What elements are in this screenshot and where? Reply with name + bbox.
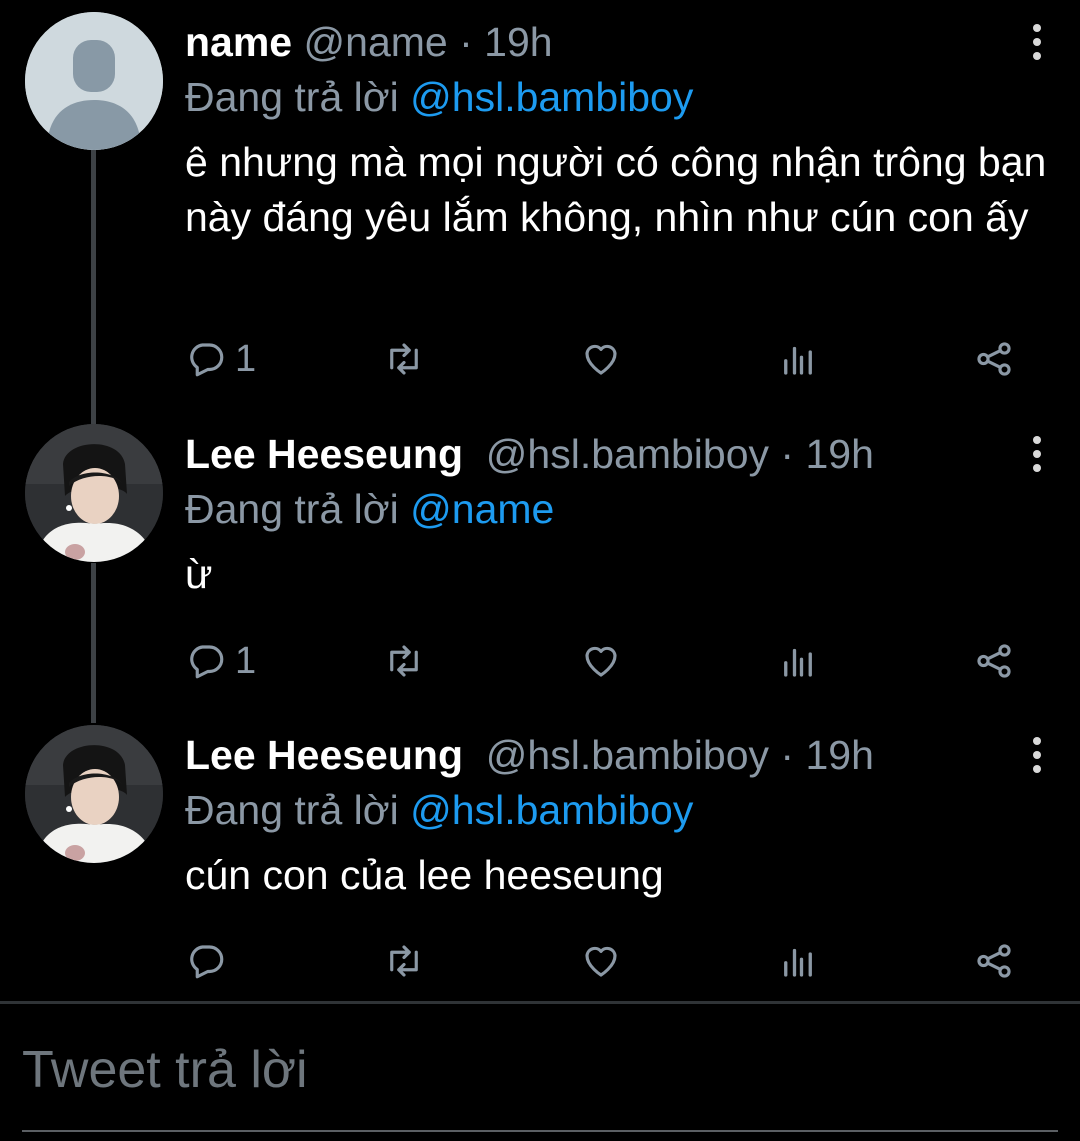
like-icon [585, 344, 617, 375]
tweet-text: ừ [185, 551, 213, 597]
tweet-header: name @name · 19h [185, 12, 553, 72]
mention-link[interactable]: @hsl.bambiboy [410, 787, 693, 833]
mention-link[interactable]: @name [410, 486, 554, 532]
replying-to-label: Đang trả lời [185, 486, 399, 532]
avatar[interactable] [25, 725, 163, 863]
share-button[interactable] [973, 334, 1015, 384]
analytics-icon [784, 346, 812, 375]
analytics-icon [784, 648, 812, 677]
composer-divider [0, 1001, 1080, 1004]
replying-to: Đang trả lời @hsl.bambiboy [185, 70, 693, 125]
tweet-header: Lee Heeseung @hsl.bambiboy · 19h [185, 424, 874, 484]
separator: · [459, 19, 473, 65]
analytics-button[interactable] [777, 334, 819, 384]
like-icon [585, 646, 617, 677]
retweet-button[interactable] [383, 334, 425, 384]
handle[interactable]: @hsl.bambiboy [486, 431, 769, 477]
share-icon [977, 342, 1011, 376]
mention-link[interactable]: @hsl.bambiboy [410, 74, 693, 120]
retweet-icon [390, 343, 418, 375]
share-icon [977, 944, 1011, 978]
tweet-text: cún con của lee heeseung [185, 852, 664, 898]
share-button[interactable] [973, 936, 1015, 986]
tweet[interactable]: Lee Heeseung @hsl.bambiboy · 19h Đang tr… [0, 424, 1080, 714]
like-icon [585, 946, 617, 977]
tweet-actions: 1 [185, 636, 1035, 686]
replying-to-label: Đang trả lời [185, 787, 399, 833]
display-name[interactable]: Lee Heeseung [185, 732, 463, 778]
share-icon [977, 644, 1011, 678]
profile-photo [25, 424, 163, 562]
replying-to: Đang trả lời @name [185, 482, 554, 537]
timestamp[interactable]: 19h [484, 19, 552, 65]
timestamp[interactable]: 19h [805, 431, 873, 477]
reply-icon [190, 645, 224, 679]
retweet-button[interactable] [383, 936, 425, 986]
retweet-icon [390, 945, 418, 977]
handle[interactable]: @hsl.bambiboy [486, 732, 769, 778]
reply-input[interactable] [22, 1030, 1062, 1110]
reply-button[interactable]: 1 [185, 636, 256, 686]
handle[interactable]: @name [304, 19, 448, 65]
reply-button[interactable] [185, 936, 235, 986]
like-button[interactable] [580, 936, 622, 986]
replying-to-label: Đang trả lời [185, 74, 399, 120]
reply-icon [190, 945, 224, 979]
tweet-text: ê nhưng mà mọi người có công nhận trông … [185, 139, 1047, 240]
composer-underline [22, 1130, 1058, 1132]
retweet-icon [390, 645, 418, 677]
analytics-button[interactable] [777, 636, 819, 686]
like-button[interactable] [580, 334, 622, 384]
display-name[interactable]: name [185, 19, 292, 65]
more-options-icon[interactable] [1032, 24, 1042, 66]
display-name[interactable]: Lee Heeseung [185, 431, 463, 477]
tweet[interactable]: name @name · 19h Đang trả lời @hsl.bambi… [0, 12, 1080, 392]
tweet[interactable]: Lee Heeseung @hsl.bambiboy · 19h Đang tr… [0, 725, 1080, 995]
share-button[interactable] [973, 636, 1015, 686]
tweet-header: Lee Heeseung @hsl.bambiboy · 19h [185, 725, 874, 785]
timestamp[interactable]: 19h [805, 732, 873, 778]
reply-composer [22, 1030, 1062, 1110]
avatar[interactable] [25, 424, 163, 562]
reply-button[interactable]: 1 [185, 334, 256, 384]
analytics-icon [784, 948, 812, 977]
avatar[interactable] [25, 12, 163, 150]
like-button[interactable] [580, 636, 622, 686]
profile-photo [25, 725, 163, 863]
analytics-button[interactable] [777, 936, 819, 986]
reply-count: 1 [235, 639, 257, 682]
separator: · [780, 431, 795, 477]
separator: · [780, 732, 795, 778]
default-avatar-icon [25, 12, 163, 150]
more-options-icon[interactable] [1032, 436, 1042, 478]
reply-count: 1 [235, 337, 257, 380]
tweet-actions [185, 936, 1035, 986]
retweet-button[interactable] [383, 636, 425, 686]
more-options-icon[interactable] [1032, 737, 1042, 779]
replying-to: Đang trả lời @hsl.bambiboy [185, 783, 693, 838]
reply-icon [190, 343, 224, 377]
tweet-actions: 1 [185, 334, 1035, 384]
